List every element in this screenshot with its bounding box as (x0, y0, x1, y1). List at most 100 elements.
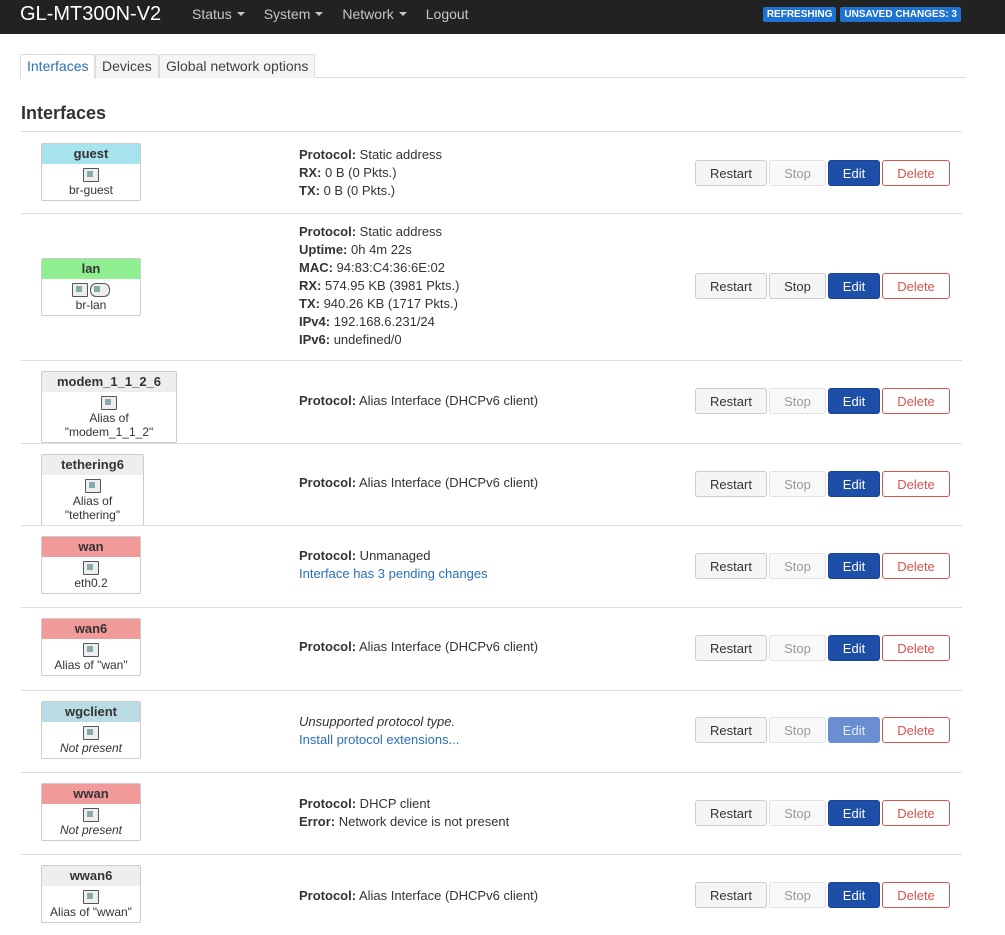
info-line: IPv6: undefined/0 (299, 331, 459, 349)
stop-button-wwan6[interactable]: Stop (769, 882, 826, 908)
menu-logout[interactable]: Logout (426, 6, 469, 22)
refreshing-badge[interactable]: REFRESHING (762, 7, 837, 22)
edit-button-modem_1_1_2_6[interactable]: Edit (828, 388, 880, 414)
info-value: Alias Interface (DHCPv6 client) (356, 639, 539, 654)
chevron-down-icon (236, 12, 245, 16)
info-link[interactable]: Interface has 3 pending changes (299, 565, 488, 583)
interface-info: Protocol: Static address RX: 0 B (0 Pkts.… (299, 146, 442, 200)
stop-button-wan6[interactable]: Stop (769, 635, 826, 661)
delete-button-guest[interactable]: Delete (882, 160, 950, 186)
interface-device: Not present (42, 722, 140, 758)
device-name: br-guest (68, 183, 114, 197)
stop-button-tethering6[interactable]: Stop (769, 471, 826, 497)
edit-button-wan6[interactable]: Edit (828, 635, 880, 661)
restart-button-wwan[interactable]: Restart (695, 800, 767, 826)
unsaved-changes-badge[interactable]: UNSAVED CHANGES: 3 (840, 7, 961, 22)
info-line: Protocol: Alias Interface (DHCPv6 client… (299, 887, 538, 905)
delete-button-lan[interactable]: Delete (882, 273, 950, 299)
info-label: Protocol: (299, 548, 357, 563)
brand-title[interactable]: GL-MT300N-V2 (20, 1, 161, 27)
interface-actions: Restart Stop Edit Delete (695, 160, 950, 186)
restart-button-guest[interactable]: Restart (695, 160, 767, 186)
alias-icon (83, 889, 99, 904)
interface-actions: Restart Stop Edit Delete (695, 553, 950, 579)
interface-name: wan (42, 537, 140, 557)
info-value: Alias Interface (DHCPv6 client) (356, 475, 539, 490)
edit-button-wwan6[interactable]: Edit (828, 882, 880, 908)
tab-interfaces[interactable]: Interfaces (20, 54, 96, 79)
interface-row-wwan: wwan Not present Protocol: DHCP client Erro… (21, 772, 962, 854)
info-line: Error: Network device is not present (299, 813, 509, 831)
stop-button-lan[interactable]: Stop (769, 273, 826, 299)
restart-button-wwan6[interactable]: Restart (695, 882, 767, 908)
tab-global-network-options[interactable]: Global network options (159, 54, 316, 78)
menu-logout-label: Logout (425, 6, 469, 22)
device-name: Alias of "wan" (54, 658, 128, 672)
stop-button-wwan[interactable]: Stop (769, 800, 826, 826)
info-line: Protocol: Unmanaged (299, 547, 488, 565)
restart-button-wan[interactable]: Restart (695, 553, 767, 579)
interface-row-tethering6: tethering6 Alias of "tethering" Protocol: … (21, 443, 962, 526)
ethernet-icon (83, 560, 99, 575)
info-value: 0h 4m 22s (347, 242, 412, 257)
restart-button-wan6[interactable]: Restart (695, 635, 767, 661)
interface-actions: Restart Stop Edit Delete (695, 388, 950, 414)
edit-button-wgclient[interactable]: Edit (828, 717, 880, 743)
info-line: RX: 574.95 KB (3981 Pkts.) (299, 277, 459, 295)
info-value: 940.26 KB (1717 Pkts.) (319, 296, 458, 311)
menu-network[interactable]: Network (342, 6, 407, 22)
interface-name: wan6 (42, 619, 140, 639)
info-label: Protocol: (299, 639, 357, 654)
menu-system[interactable]: System (264, 6, 324, 22)
restart-button-tethering6[interactable]: Restart (695, 471, 767, 497)
edit-button-wwan[interactable]: Edit (828, 800, 880, 826)
delete-button-wan6[interactable]: Delete (882, 635, 950, 661)
stop-button-guest[interactable]: Stop (769, 160, 826, 186)
info-value: 574.95 KB (3981 Pkts.) (321, 278, 460, 293)
restart-button-lan[interactable]: Restart (695, 273, 767, 299)
interface-row-modem_1_1_2_6: modem_1_1_2_6 Alias of "modem_1_1_2" Proto… (21, 360, 962, 443)
delete-button-wan[interactable]: Delete (882, 553, 950, 579)
interface-device: Not present (42, 804, 140, 840)
delete-button-tethering6[interactable]: Delete (882, 471, 950, 497)
info-line: TX: 940.26 KB (1717 Pkts.) (299, 295, 459, 313)
info-line: IPv4: 192.168.6.231/24 (299, 313, 459, 331)
interface-row-guest: guest br-guest Protocol: Static address RX:… (21, 131, 962, 213)
device-icons (45, 888, 137, 905)
interface-device: Alias of "wwan" (42, 886, 140, 922)
info-line: Protocol: Alias Interface (DHCPv6 client… (299, 392, 538, 410)
stop-button-wgclient[interactable]: Stop (769, 717, 826, 743)
interface-name: modem_1_1_2_6 (42, 372, 176, 392)
delete-button-wwan6[interactable]: Delete (882, 882, 950, 908)
edit-button-guest[interactable]: Edit (828, 160, 880, 186)
info-label: Protocol: (299, 796, 357, 811)
edit-button-wan[interactable]: Edit (828, 553, 880, 579)
edit-button-tethering6[interactable]: Edit (828, 471, 880, 497)
delete-button-wgclient[interactable]: Delete (882, 717, 950, 743)
status-badges: REFRESHING UNSAVED CHANGES: 3 (762, 7, 961, 22)
info-link[interactable]: Install protocol extensions... (299, 731, 459, 749)
menu-status[interactable]: Status (192, 6, 245, 22)
edit-button-lan[interactable]: Edit (828, 273, 880, 299)
info-label: Protocol: (299, 393, 357, 408)
interface-info: Protocol: Unmanaged Interface has 3 pendi… (299, 547, 488, 583)
restart-button-modem_1_1_2_6[interactable]: Restart (695, 388, 767, 414)
info-label: Error: (299, 814, 336, 829)
info-label: Protocol: (299, 147, 357, 162)
stop-button-modem_1_1_2_6[interactable]: Stop (769, 388, 826, 414)
device-name: Alias of "tethering" (64, 494, 121, 522)
interface-info: Protocol: Static address Uptime: 0h 4m 22… (299, 223, 459, 349)
device-name: br-lan (75, 298, 107, 312)
device-name: Alias of "wwan" (50, 905, 132, 919)
info-line: RX: 0 B (0 Pkts.) (299, 164, 442, 182)
bridge-icon (83, 167, 99, 182)
stop-button-wan[interactable]: Stop (769, 553, 826, 579)
tab-devices[interactable]: Devices (95, 54, 159, 78)
delete-button-modem_1_1_2_6[interactable]: Delete (882, 388, 950, 414)
interface-badge-wwan6: wwan6 Alias of "wwan" (41, 865, 141, 923)
info-label: Protocol: (299, 475, 357, 490)
info-value: DHCP client (356, 796, 431, 811)
restart-button-wgclient[interactable]: Restart (695, 717, 767, 743)
delete-button-wwan[interactable]: Delete (882, 800, 950, 826)
interface-name: tethering6 (42, 455, 143, 475)
